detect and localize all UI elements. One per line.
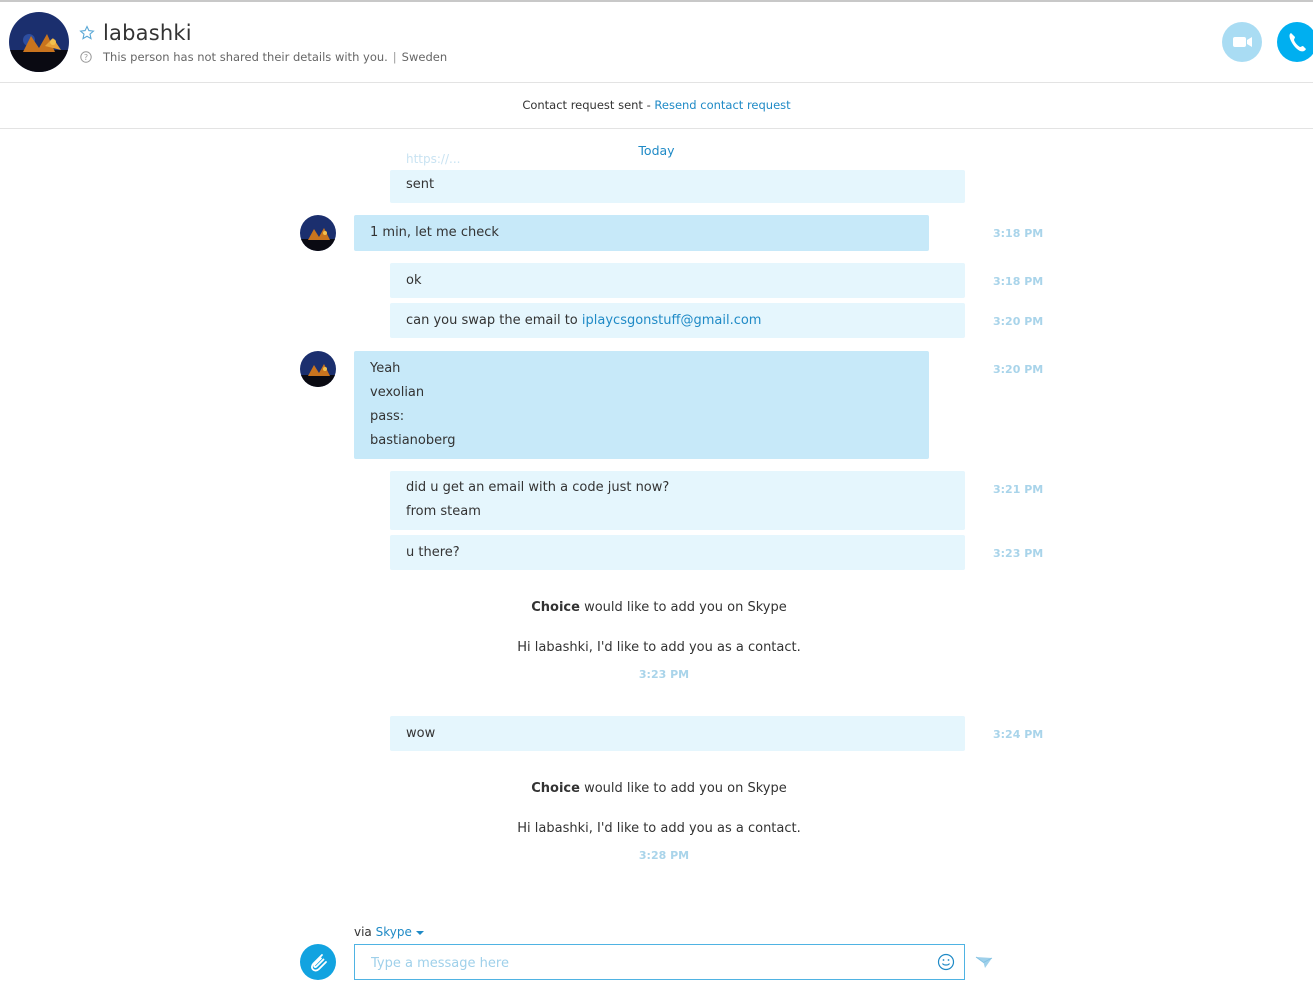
message-text: did u get an email with a code just now?: [406, 480, 670, 495]
message-bubble-outgoing[interactable]: can you swap the email to iplaycsgonstuf…: [390, 303, 965, 338]
message-bubble-outgoing[interactable]: sent: [390, 170, 965, 203]
message-bubble-outgoing[interactable]: u there?: [390, 535, 965, 570]
via-label: via: [354, 925, 376, 939]
request-status: Contact request sent - Resend contact re…: [522, 98, 790, 112]
phone-icon: [1289, 33, 1306, 52]
contact-name: labashki: [103, 21, 192, 45]
service-name: Skype: [375, 925, 412, 939]
requester-name[interactable]: Choice: [531, 600, 580, 615]
notice-time: 3:23 PM: [638, 668, 690, 681]
contact-status: This person has not shared their details…: [103, 50, 388, 64]
notice-time: 3:28 PM: [638, 849, 690, 862]
message-text: from steam: [406, 504, 481, 519]
contact-avatar[interactable]: [9, 12, 69, 72]
notice-text: would like to add you on Skype: [579, 781, 787, 796]
svg-text:?: ?: [84, 53, 88, 62]
contact-request-greeting: Hi labashki, I'd like to add you as a co…: [517, 640, 801, 655]
message-text: can you swap the email to iplaycsgonstuf…: [406, 303, 949, 338]
message-text: bastianoberg: [370, 433, 456, 448]
message-bubble-outgoing[interactable]: ok: [390, 263, 965, 298]
message-time: 3:20 PM: [993, 363, 1044, 376]
requester-name[interactable]: Choice: [531, 781, 580, 796]
email-link[interactable]: iplaycsgonstuff@gmail.com: [582, 313, 762, 328]
notice-text: would like to add you on Skype: [579, 600, 787, 615]
message-input-box: [354, 944, 965, 981]
audio-call-button[interactable]: [1277, 22, 1313, 62]
message-text: 1 min, let me check: [370, 225, 499, 240]
message-time: 3:23 PM: [993, 547, 1044, 560]
attach-file-button[interactable]: [300, 944, 336, 980]
separator: |: [392, 50, 397, 64]
resend-request-link[interactable]: Resend contact request: [654, 98, 790, 112]
video-camera-icon: [1233, 37, 1252, 47]
request-status-text: Contact request sent -: [522, 98, 655, 112]
contact-details: This person has not shared their details…: [103, 50, 447, 64]
date-divider: Today: [638, 143, 675, 158]
message-time: 3:24 PM: [993, 728, 1044, 741]
emoji-icon[interactable]: [937, 953, 955, 971]
message-text: pass:: [370, 409, 405, 424]
contact-avatar-small[interactable]: [300, 215, 336, 251]
message-bubble-incoming[interactable]: 1 min, let me check: [354, 215, 929, 251]
question-icon: ?: [80, 51, 92, 63]
contact-request-notice: Choice would like to add you on Skype: [0, 600, 1313, 615]
message-time: 3:18 PM: [993, 227, 1044, 240]
message-bubble-outgoing[interactable]: did u get an email with a code just now?…: [390, 471, 965, 530]
message-bubble-incoming[interactable]: Yeah vexolian pass: bastianoberg: [354, 351, 929, 459]
message-text: u there?: [406, 545, 460, 560]
favorite-star-icon[interactable]: [79, 25, 95, 41]
contact-avatar-small[interactable]: [300, 351, 336, 387]
paperclip-icon: [311, 954, 327, 972]
message-bubble-outgoing[interactable]: wow: [390, 716, 965, 751]
message-text-part: can you swap the email to: [406, 313, 582, 328]
contact-location: Sweden: [401, 50, 448, 64]
message-time: 3:20 PM: [993, 315, 1044, 328]
service-dropdown[interactable]: Skype: [376, 925, 424, 939]
message-time: 3:21 PM: [993, 483, 1044, 496]
message-time: 3:18 PM: [993, 275, 1044, 288]
conversation-header: labashki ? This person has not shared th…: [0, 2, 1313, 83]
message-text: wow: [406, 726, 436, 741]
send-icon[interactable]: [975, 953, 993, 971]
message-text: sent: [406, 177, 435, 192]
contact-request-greeting: Hi labashki, I'd like to add you as a co…: [517, 821, 801, 836]
contact-request-bar: Contact request sent - Resend contact re…: [0, 83, 1313, 129]
message-text: vexolian: [370, 385, 425, 400]
message-text: Yeah: [370, 361, 401, 376]
message-input[interactable]: [369, 945, 933, 981]
video-call-button[interactable]: [1222, 22, 1262, 62]
chevron-down-icon: [415, 931, 424, 935]
contact-request-notice: Choice would like to add you on Skype: [0, 781, 1313, 796]
via-service-selector: via Skype: [354, 925, 424, 939]
message-text: ok: [406, 273, 422, 288]
